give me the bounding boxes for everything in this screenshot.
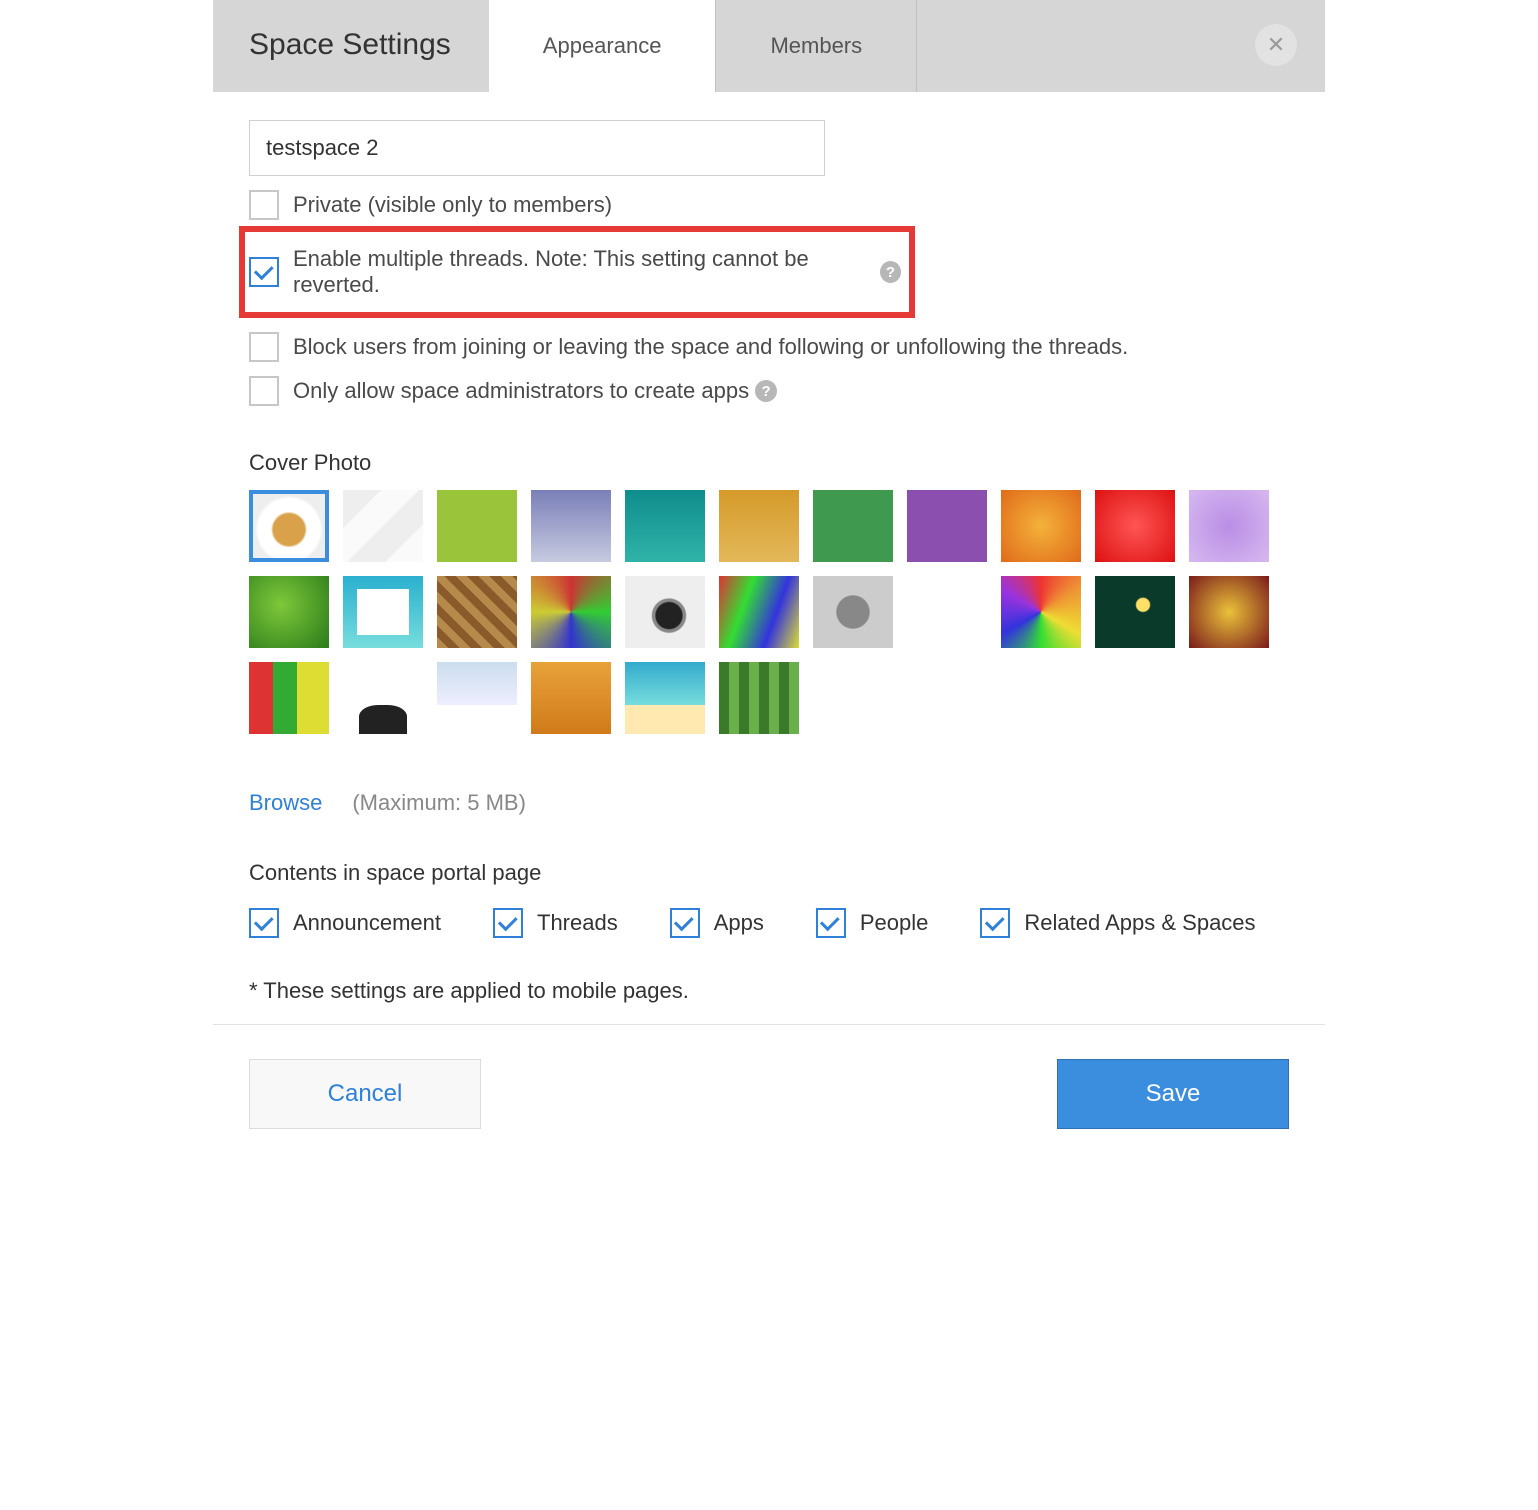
browse-row: Browse (Maximum: 5 MB) (249, 790, 1289, 816)
apps-checkbox[interactable] (670, 908, 700, 938)
help-icon[interactable]: ? (880, 261, 901, 283)
cover-option[interactable] (531, 576, 611, 648)
mobile-note: * These settings are applied to mobile p… (249, 978, 1289, 1004)
cover-option[interactable] (625, 576, 705, 648)
dialog-footer: Cancel Save (213, 1024, 1325, 1163)
cover-option[interactable] (719, 490, 799, 562)
block-join-label: Block users from joining or leaving the … (293, 334, 1128, 360)
cover-option[interactable] (437, 490, 517, 562)
cover-option[interactable] (343, 576, 423, 648)
cover-option[interactable] (531, 662, 611, 734)
dialog-title: Space Settings (249, 28, 451, 92)
cover-option[interactable] (437, 662, 517, 734)
cover-option[interactable] (437, 576, 517, 648)
cover-option[interactable] (813, 490, 893, 562)
threads-checkbox[interactable] (493, 908, 523, 938)
cover-option[interactable] (719, 576, 799, 648)
multithread-checkbox[interactable] (249, 257, 279, 287)
portal-announcement[interactable]: Announcement (249, 908, 441, 938)
save-button[interactable]: Save (1057, 1059, 1289, 1129)
tab-bar: Appearance Members (489, 0, 917, 92)
announcement-checkbox[interactable] (249, 908, 279, 938)
admin-apps-checkbox[interactable] (249, 376, 279, 406)
portal-people[interactable]: People (816, 908, 929, 938)
portal-related[interactable]: Related Apps & Spaces (980, 908, 1255, 938)
portal-contents-label: Contents in space portal page (249, 860, 1289, 886)
cover-option[interactable] (907, 576, 987, 648)
threads-label: Threads (537, 910, 618, 936)
block-join-checkbox[interactable] (249, 332, 279, 362)
people-checkbox[interactable] (816, 908, 846, 938)
cancel-button[interactable]: Cancel (249, 1059, 481, 1129)
cover-option[interactable] (249, 576, 329, 648)
cover-option[interactable] (907, 490, 987, 562)
option-admin-apps[interactable]: Only allow space administrators to creat… (249, 376, 1289, 406)
option-private[interactable]: Private (visible only to members) (249, 190, 1289, 220)
cover-option[interactable] (1001, 490, 1081, 562)
cover-option[interactable] (719, 662, 799, 734)
portal-threads[interactable]: Threads (493, 908, 618, 938)
option-multithread[interactable]: Enable multiple threads. Note: This sett… (239, 226, 915, 318)
private-label: Private (visible only to members) (293, 192, 612, 218)
apps-label: Apps (714, 910, 764, 936)
space-name-input[interactable] (249, 120, 825, 176)
cover-option[interactable] (1095, 576, 1175, 648)
browse-link[interactable]: Browse (249, 790, 322, 816)
cover-option[interactable] (249, 490, 329, 562)
cover-option[interactable] (813, 576, 893, 648)
announcement-label: Announcement (293, 910, 441, 936)
cover-option[interactable] (531, 490, 611, 562)
dialog-body: Private (visible only to members) Enable… (213, 92, 1325, 1024)
close-button[interactable]: ✕ (1255, 24, 1297, 66)
cover-option[interactable] (249, 662, 329, 734)
cover-option[interactable] (1001, 576, 1081, 648)
cover-photo-label: Cover Photo (249, 450, 1289, 476)
multithread-label: Enable multiple threads. Note: This sett… (293, 246, 874, 298)
cover-option[interactable] (625, 490, 705, 562)
portal-contents-row: Announcement Threads Apps People Related… (249, 908, 1289, 938)
cover-option[interactable] (1095, 490, 1175, 562)
cover-option[interactable] (1189, 490, 1269, 562)
tab-members[interactable]: Members (716, 0, 917, 92)
cover-option[interactable] (625, 662, 705, 734)
private-checkbox[interactable] (249, 190, 279, 220)
browse-hint: (Maximum: 5 MB) (352, 790, 526, 816)
related-checkbox[interactable] (980, 908, 1010, 938)
portal-apps[interactable]: Apps (670, 908, 764, 938)
related-label: Related Apps & Spaces (1024, 910, 1255, 936)
cover-photo-grid (249, 490, 1289, 734)
help-icon[interactable]: ? (755, 380, 777, 402)
cover-option[interactable] (1189, 576, 1269, 648)
people-label: People (860, 910, 929, 936)
dialog-header: Space Settings Appearance Members ✕ (213, 0, 1325, 92)
tab-appearance[interactable]: Appearance (489, 0, 717, 92)
cover-option[interactable] (343, 490, 423, 562)
option-block-join[interactable]: Block users from joining or leaving the … (249, 332, 1289, 362)
close-icon: ✕ (1267, 32, 1285, 58)
admin-apps-label: Only allow space administrators to creat… (293, 378, 749, 404)
cover-option[interactable] (343, 662, 423, 734)
